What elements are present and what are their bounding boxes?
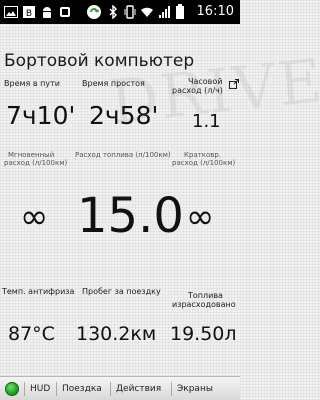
tab-divider (24, 382, 25, 396)
bluetooth-icon (108, 4, 118, 20)
tab-divider (110, 382, 111, 396)
idle-time-label: Время простоя (82, 79, 145, 88)
trip-distance-label: Пробег за поездку (82, 287, 161, 296)
tab-actions[interactable]: Действия (116, 381, 161, 397)
instant-consumption-label-1: Мгновенный (8, 151, 55, 159)
fuel-consumption-label: Расход топлива (л/100км) (75, 151, 171, 159)
fuel-used-value: 19.50л (170, 323, 237, 345)
fuel-used-label-2: израсходовано (172, 300, 236, 309)
image-icon (4, 4, 18, 20)
fuel-consumption-value: 15.0 (77, 188, 184, 244)
android-icon (40, 4, 54, 20)
tab-trip[interactable]: Поездка (62, 381, 102, 397)
instant-consumption-value: ∞ (20, 197, 49, 237)
instant-consumption-label-2: расход (л/100км) (4, 159, 68, 167)
vibrate-icon (124, 4, 136, 20)
trip-distance-value: 130.2км (76, 323, 157, 345)
wifi-icon (140, 4, 154, 20)
external-link-icon[interactable] (229, 74, 239, 89)
connection-status-icon[interactable] (5, 382, 19, 396)
short-term-consumption-label-1: Кратковр. (184, 151, 222, 159)
bottom-tab-bar: HUD Поездка Действия Экраны (0, 376, 240, 400)
antifreeze-temp-label: Темп. антифриза (2, 287, 75, 296)
short-term-consumption-label-2: расход (л/100км) (172, 159, 236, 167)
trip-time-value: 7ч10' (6, 101, 76, 130)
tab-hud[interactable]: HUD (30, 381, 50, 397)
clock: 16:10 (196, 4, 234, 19)
tab-divider (56, 382, 57, 396)
droid-icon (58, 4, 72, 20)
hourly-consumption-label-2: расход (л/ч) (172, 86, 223, 95)
battery-icon (175, 4, 185, 20)
antifreeze-temp-value: 87°C (8, 323, 55, 345)
hourly-consumption-value: 1.1 (192, 111, 221, 132)
page-title: Бортовой компьютер (4, 51, 195, 71)
status-bar: B 16:10 (0, 0, 240, 24)
tab-screens[interactable]: Экраны (177, 381, 213, 397)
short-term-consumption-value: ∞ (186, 197, 215, 237)
svg-text:B: B (26, 9, 32, 19)
sync-icon (86, 4, 102, 20)
bb-icon: B (22, 4, 36, 20)
idle-time-value: 2ч58' (89, 101, 159, 130)
tab-divider (171, 382, 172, 396)
trip-time-label: Время в пути (4, 79, 60, 88)
signal-icon (158, 4, 172, 20)
